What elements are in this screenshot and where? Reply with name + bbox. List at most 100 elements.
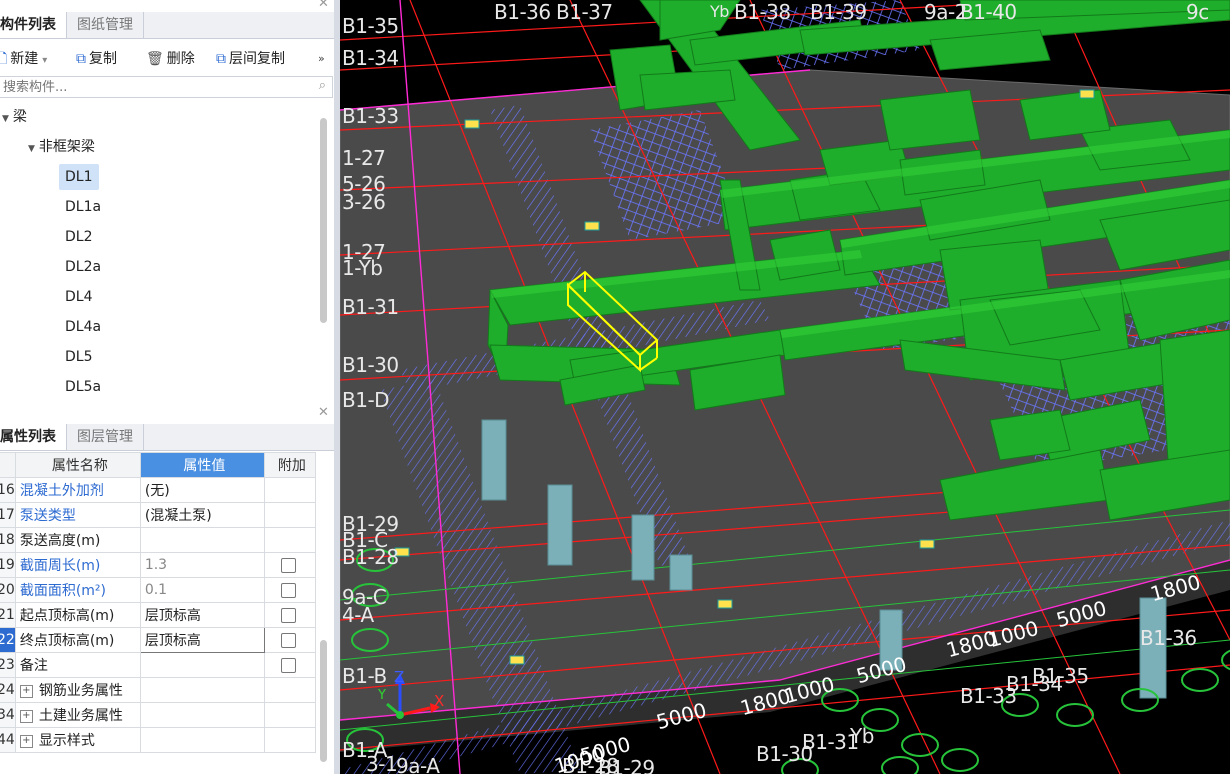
- table-row[interactable]: 21 起点顶标高(m) 层顶标高: [0, 602, 316, 628]
- table-row[interactable]: 44 +显示样式: [0, 727, 316, 753]
- column-header-value[interactable]: 属性值: [139, 452, 265, 478]
- model-canvas: [340, 0, 1230, 774]
- axis-label: 9c: [1186, 0, 1209, 24]
- property-value[interactable]: [139, 527, 265, 553]
- table-row[interactable]: 34 +土建业务属性: [0, 702, 316, 728]
- new-button[interactable]: 🗋 新建 ▾: [0, 44, 47, 74]
- tree-item-dl1[interactable]: DL1: [59, 164, 99, 190]
- layers-copy-icon: ⧉: [216, 51, 226, 67]
- close-icon[interactable]: ✕: [318, 0, 329, 11]
- search-icon[interactable]: ⌕: [319, 78, 326, 93]
- axis-label: B1-39: [810, 0, 867, 24]
- copy-icon: ⧉: [76, 51, 86, 67]
- tree-item-dl2[interactable]: DL2: [65, 224, 93, 250]
- table-row[interactable]: 17 泵送类型 (混凝土泵): [0, 502, 316, 528]
- trash-icon: 🗑: [146, 51, 164, 67]
- checkbox[interactable]: [280, 607, 296, 623]
- checkbox[interactable]: [280, 557, 296, 573]
- table-row[interactable]: 16 混凝土外加剂 (无): [0, 477, 316, 503]
- property-value[interactable]: (无): [139, 477, 265, 503]
- tree-node-beam[interactable]: ▼ 梁: [2, 104, 27, 130]
- property-value[interactable]: 层顶标高: [139, 602, 265, 628]
- checkbox[interactable]: [280, 632, 296, 648]
- row-number: 44: [0, 727, 16, 753]
- tab-property-list[interactable]: 属性列表: [0, 424, 67, 450]
- property-group[interactable]: + 钢筋业务属性: [14, 677, 141, 703]
- checkbox[interactable]: [280, 657, 296, 673]
- component-panel-header: 构件列表 图纸管理: [0, 12, 334, 39]
- row-number: 17: [0, 502, 16, 528]
- tree-item-dl2a[interactable]: DL2a: [65, 254, 101, 280]
- property-value: 0.1: [139, 577, 265, 603]
- axis-label: B1-34: [342, 46, 399, 70]
- expand-icon[interactable]: +: [19, 734, 33, 748]
- floor-copy-button[interactable]: ⧉ 层间复制: [216, 44, 285, 74]
- expand-icon[interactable]: +: [19, 709, 33, 723]
- row-number: 19: [0, 552, 16, 578]
- property-extra: [263, 577, 316, 603]
- axis-label: Yb: [850, 724, 874, 748]
- triad-z-label: Z: [394, 668, 404, 686]
- collapse-icon[interactable]: ▼: [2, 114, 9, 124]
- property-extra: [263, 502, 316, 528]
- component-search: ⌕: [0, 76, 333, 98]
- axis-label: B1-30: [342, 353, 399, 377]
- tree-item-dl4[interactable]: DL4: [65, 284, 93, 310]
- axis-label: B1-36: [494, 0, 551, 24]
- property-group[interactable]: + 土建业务属性: [14, 702, 141, 728]
- property-value[interactable]: (混凝土泵): [139, 502, 265, 528]
- tab-component-list[interactable]: 构件列表: [0, 12, 67, 38]
- property-name: 混凝土外加剂: [14, 477, 141, 503]
- triad-y-label: Y: [378, 688, 386, 703]
- tree-item-dl1a[interactable]: DL1a: [65, 194, 101, 220]
- table-row[interactable]: 19 截面周长(m) 1.3: [0, 552, 316, 578]
- table-row[interactable]: 18 泵送高度(m): [0, 527, 316, 553]
- axis-label: B1-D: [342, 388, 390, 412]
- tree-node-secondary-beam[interactable]: ▼ 非框架梁: [28, 134, 95, 160]
- property-value: [139, 677, 265, 703]
- row-number: 22: [0, 627, 16, 653]
- property-extra: [263, 677, 316, 703]
- axis-label: 9a-A: [396, 754, 440, 774]
- tree-scrollbar[interactable]: [320, 118, 327, 323]
- axis-label: 1-27: [342, 146, 386, 170]
- axis-label: B1-38: [734, 0, 791, 24]
- table-row[interactable]: 20 截面面积(m²) 0.1: [0, 577, 316, 603]
- axis-label: B1-35: [342, 14, 399, 38]
- property-extra: [263, 652, 316, 678]
- row-number: 24: [0, 677, 16, 703]
- property-value[interactable]: [139, 652, 265, 678]
- more-icon[interactable]: »: [318, 44, 325, 74]
- column-header-name[interactable]: 属性名称: [14, 452, 141, 478]
- table-row[interactable]: 24 +钢筋业务属性: [0, 677, 316, 703]
- dropdown-icon[interactable]: ▾: [42, 55, 47, 66]
- delete-button[interactable]: 🗑 删除: [146, 44, 195, 74]
- collapse-icon[interactable]: ▼: [28, 144, 35, 154]
- search-input[interactable]: [0, 77, 307, 97]
- tree-item-dl5a[interactable]: DL5a: [65, 374, 101, 400]
- property-table-header: 属性名称 属性值 附加: [0, 452, 316, 478]
- property-name: 泵送类型: [14, 502, 141, 528]
- property-panel-header: 属性列表 图层管理: [0, 424, 334, 451]
- tree-item-dl4a[interactable]: DL4a: [65, 314, 101, 340]
- row-number: 16: [0, 477, 16, 503]
- property-extra: [263, 477, 316, 503]
- axis-label: B1-40: [960, 0, 1017, 24]
- column-header-extra[interactable]: 附加: [263, 452, 316, 478]
- axis-label: B1-33: [342, 104, 399, 128]
- copy-button[interactable]: ⧉ 复制: [76, 44, 117, 74]
- property-value-editor[interactable]: 层顶标高: [139, 627, 265, 653]
- table-row[interactable]: 22 终点顶标高(m) 层顶标高: [0, 627, 316, 653]
- property-scrollbar[interactable]: [320, 640, 327, 762]
- axis-label: 4-A: [342, 603, 374, 627]
- tab-layer-management[interactable]: 图层管理: [67, 424, 144, 450]
- tree-item-dl5[interactable]: DL5: [65, 344, 93, 370]
- axis-label: B1-35: [1032, 664, 1089, 688]
- table-row[interactable]: 23 备注: [0, 652, 316, 678]
- property-group[interactable]: + 显示样式: [14, 727, 141, 753]
- close-icon[interactable]: ✕: [318, 405, 329, 420]
- 3d-viewport[interactable]: B1-35 B1-34 B1-33 1-27 5-26 3-26 1-27 1-…: [340, 0, 1230, 774]
- tab-drawing-management[interactable]: 图纸管理: [67, 12, 144, 38]
- expand-icon[interactable]: +: [19, 684, 33, 698]
- checkbox[interactable]: [280, 582, 296, 598]
